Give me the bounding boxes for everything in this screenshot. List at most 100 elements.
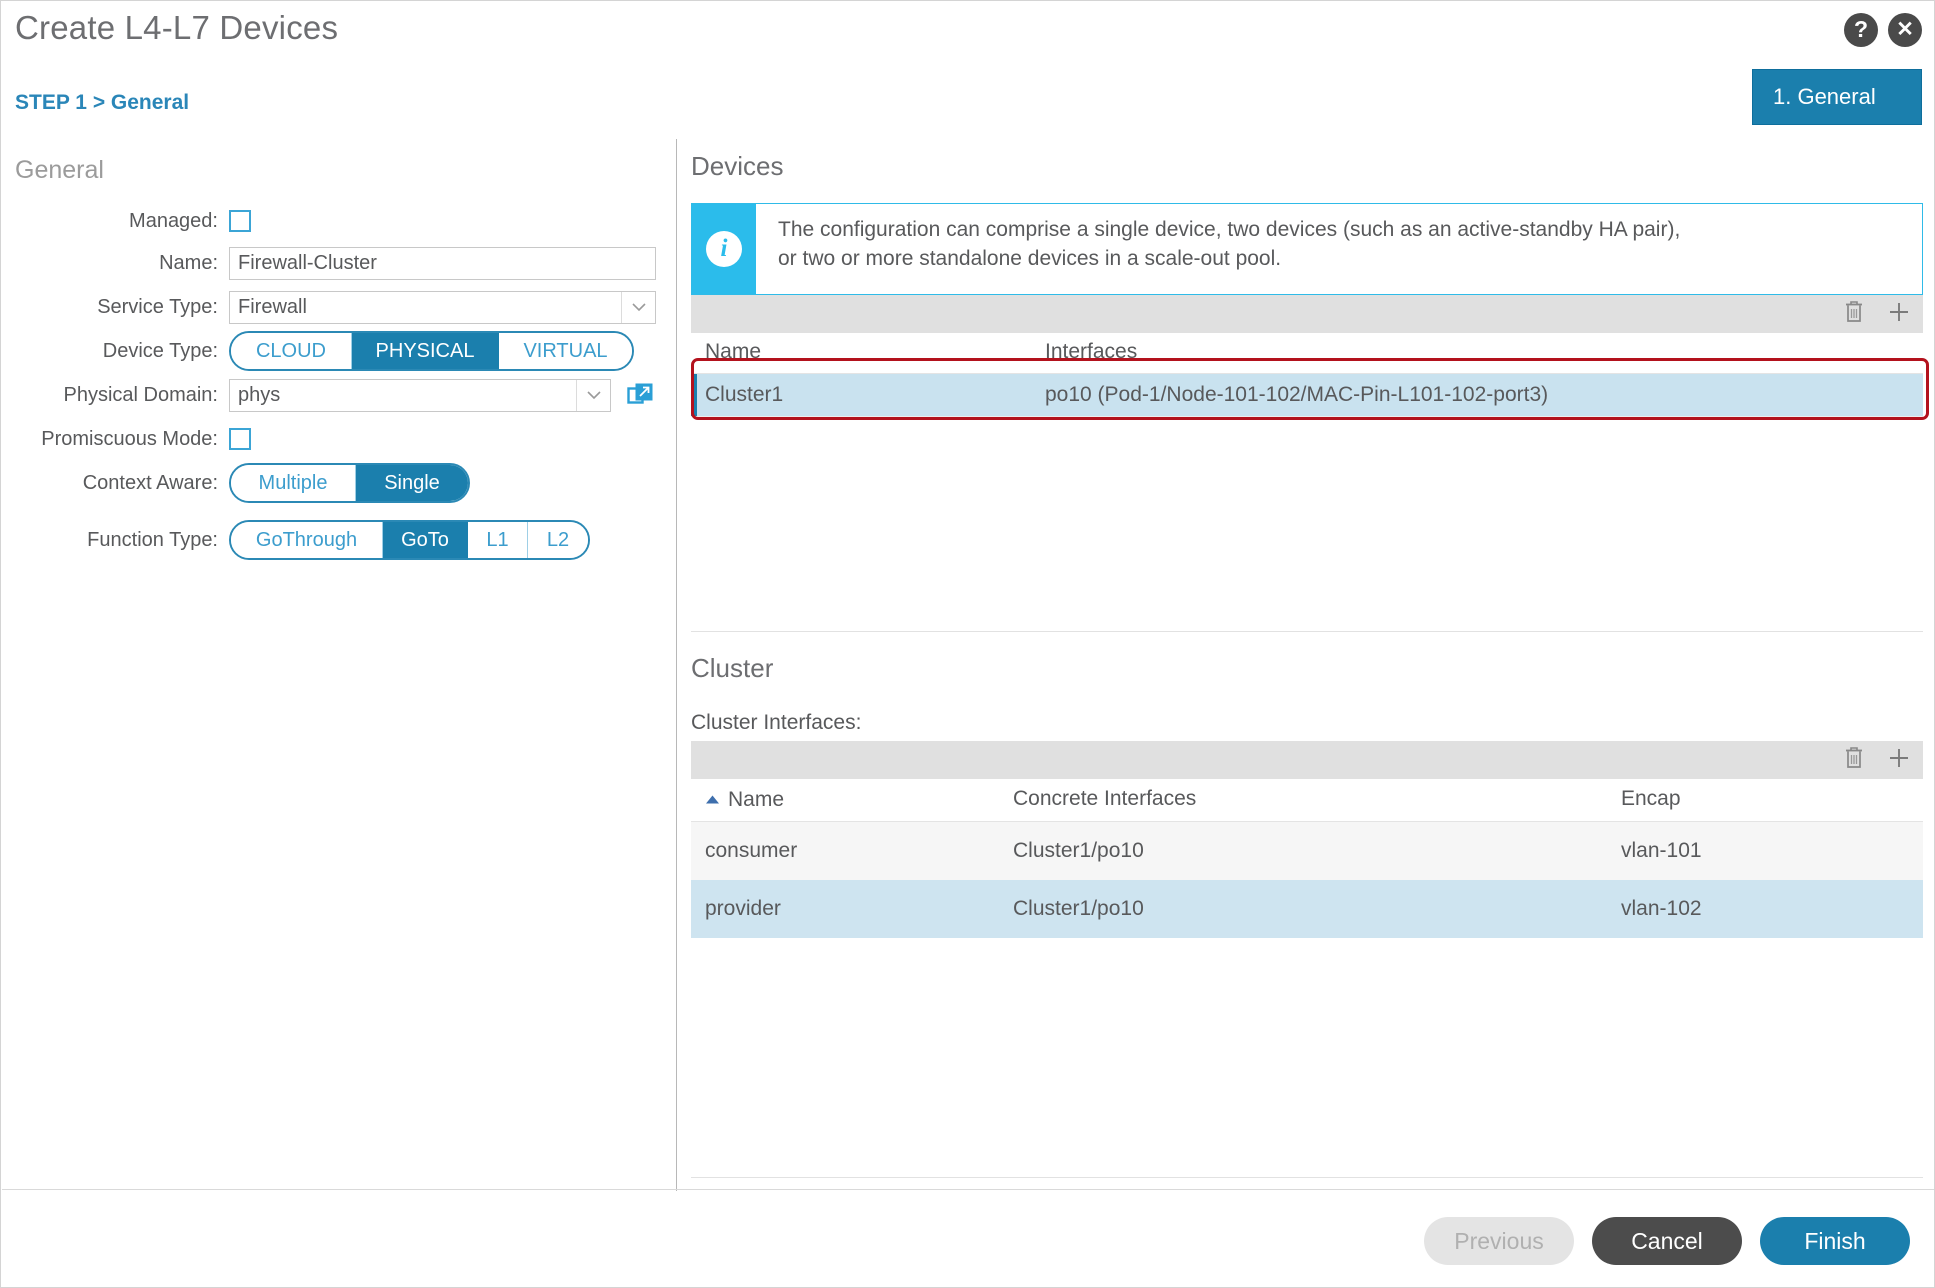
segment-label: CLOUD <box>255 339 326 362</box>
function-type-segmented-control[interactable]: GoThrough GoTo L1 L2 <box>229 520 590 560</box>
service-type-value: Firewall <box>238 295 307 318</box>
info-icon: i <box>706 231 742 267</box>
devices-col-interfaces[interactable]: Interfaces <box>1031 333 1923 374</box>
context-aware-option-multiple[interactable]: Multiple <box>231 465 356 501</box>
device-type-segmented-control[interactable]: CLOUD PHYSICAL VIRTUAL <box>229 331 634 371</box>
device-type-option-physical[interactable]: PHYSICAL <box>352 333 499 369</box>
cluster-interface-name-cell: consumer <box>691 821 999 880</box>
help-icon[interactable]: ? <box>1844 13 1878 47</box>
section-divider <box>691 631 1923 632</box>
info-line-1: The configuration can comprise a single … <box>778 218 1681 241</box>
finish-button[interactable]: Finish <box>1760 1217 1910 1265</box>
tab-general-label: 1. General <box>1773 84 1876 109</box>
form-row-promiscuous-mode: Promiscuous Mode: <box>1 417 251 461</box>
info-banner-text: The configuration can comprise a single … <box>756 204 1922 294</box>
form-row-function-type: Function Type: GoThrough GoTo L1 L2 <box>1 518 590 562</box>
previous-button: Previous <box>1424 1217 1574 1265</box>
section-general-heading: General <box>15 156 104 184</box>
cluster-concrete-interfaces-cell: Cluster1/po10 <box>999 879 1607 938</box>
function-type-option-gothrough[interactable]: GoThrough <box>231 522 383 558</box>
name-label: Name: <box>159 251 218 274</box>
plus-icon[interactable] <box>1887 300 1911 329</box>
devices-table: Name Interfaces Cluster1 po10 (Pod-1/Node… <box>691 333 1923 417</box>
device-type-option-cloud[interactable]: CLOUD <box>231 333 352 369</box>
devices-table-toolbar <box>691 295 1923 333</box>
info-icon-cell: i <box>692 204 756 294</box>
managed-label: Managed: <box>129 209 218 232</box>
cluster-table-header-row: Name Concrete Interfaces Encap <box>691 779 1923 822</box>
segment-label: VIRTUAL <box>523 339 608 362</box>
managed-checkbox[interactable] <box>229 210 251 232</box>
info-line-2: or two or more standalone devices in a s… <box>778 246 1282 270</box>
function-type-option-l2[interactable]: L2 <box>528 522 588 558</box>
device-type-label: Device Type: <box>102 339 218 362</box>
form-row-physical-domain: Physical Domain: phys <box>1 373 654 417</box>
devices-table-header-row: Name Interfaces <box>691 333 1923 374</box>
cluster-col-encap[interactable]: Encap <box>1607 779 1923 822</box>
cluster-heading: Cluster <box>691 653 774 683</box>
form-row-managed: Managed: <box>1 199 251 243</box>
chevron-down-icon <box>621 291 655 323</box>
footer-divider <box>2 1189 1934 1190</box>
cluster-interfaces-label: Cluster Interfaces: <box>691 711 862 734</box>
panel-divider <box>676 139 677 1191</box>
function-type-label: Function Type: <box>87 528 218 551</box>
close-icon[interactable]: ✕ <box>1888 13 1922 47</box>
breadcrumb: STEP 1 > General <box>15 91 190 114</box>
plus-icon[interactable] <box>1887 746 1911 775</box>
segment-label: GoTo <box>401 528 449 551</box>
cluster-interfaces-table: Name Concrete Interfaces Encap consumer C… <box>691 779 1923 938</box>
segment-label: GoThrough <box>255 528 358 551</box>
function-type-option-goto[interactable]: GoTo <box>383 522 468 558</box>
physical-domain-value: phys <box>238 383 281 406</box>
panel-bottom-divider <box>691 1177 1923 1178</box>
cluster-table-toolbar <box>691 741 1923 779</box>
service-type-select[interactable]: Firewall <box>229 290 656 324</box>
footer-button-bar: Previous Cancel Finish <box>1424 1217 1910 1265</box>
segment-label: L1 <box>486 528 509 551</box>
trash-icon[interactable] <box>1843 745 1865 775</box>
form-row-name: Name: <box>1 241 656 285</box>
context-aware-segmented-control[interactable]: Multiple Single <box>229 463 470 503</box>
page-title: Create L4-L7 Devices <box>15 9 339 46</box>
devices-heading: Devices <box>691 151 784 181</box>
cluster-encap-cell: vlan-102 <box>1607 879 1923 938</box>
cluster-col-concrete-interfaces[interactable]: Concrete Interfaces <box>999 779 1607 822</box>
table-row[interactable]: provider Cluster1/po10 vlan-102 <box>691 879 1923 938</box>
info-banner: i The configuration can comprise a singl… <box>691 203 1923 295</box>
form-row-service-type: Service Type: Firewall <box>1 285 656 329</box>
context-aware-option-single[interactable]: Single <box>356 465 468 501</box>
device-name-cell: Cluster1 <box>691 373 1031 417</box>
cluster-interface-name-cell: provider <box>691 879 999 938</box>
cancel-button[interactable]: Cancel <box>1592 1217 1742 1265</box>
cluster-col-name-label: Name <box>728 788 785 811</box>
table-row[interactable]: consumer Cluster1/po10 vlan-101 <box>691 821 1923 880</box>
function-type-option-l1[interactable]: L1 <box>468 522 528 558</box>
cluster-concrete-interfaces-cell: Cluster1/po10 <box>999 821 1607 880</box>
segment-label: Single <box>384 471 440 494</box>
external-link-icon[interactable] <box>627 382 654 409</box>
promiscuous-mode-checkbox[interactable] <box>229 428 251 450</box>
context-aware-label: Context Aware: <box>82 471 218 494</box>
caret-up-icon <box>705 786 720 810</box>
device-type-option-virtual[interactable]: VIRTUAL <box>499 333 632 369</box>
cluster-col-name[interactable]: Name <box>691 779 999 822</box>
table-row[interactable]: Cluster1 po10 (Pod-1/Node-101-102/MAC-Pin… <box>691 373 1923 417</box>
form-row-context-aware: Context Aware: Multiple Single <box>1 461 470 505</box>
name-input[interactable] <box>229 246 656 280</box>
create-l4-l7-devices-dialog: Create L4-L7 Devices STEP 1 > General ? … <box>0 0 1935 1288</box>
promiscuous-mode-label: Promiscuous Mode: <box>41 427 218 450</box>
form-row-device-type: Device Type: CLOUD PHYSICAL VIRTUAL <box>1 329 634 373</box>
segment-label: Multiple <box>258 471 328 494</box>
cluster-encap-cell: vlan-101 <box>1607 821 1923 880</box>
physical-domain-label: Physical Domain: <box>63 383 218 406</box>
trash-icon[interactable] <box>1843 299 1865 329</box>
segment-label: PHYSICAL <box>375 339 475 362</box>
devices-col-name[interactable]: Name <box>691 333 1031 374</box>
general-form-panel: General Managed: Name: Service Type: Fir… <box>1 141 676 1141</box>
segment-label: L2 <box>546 528 570 551</box>
tab-general[interactable]: 1. General <box>1752 69 1922 125</box>
chevron-down-icon <box>576 379 610 411</box>
device-interfaces-cell: po10 (Pod-1/Node-101-102/MAC-Pin-L101-10… <box>1031 373 1923 417</box>
physical-domain-select[interactable]: phys <box>229 378 611 412</box>
